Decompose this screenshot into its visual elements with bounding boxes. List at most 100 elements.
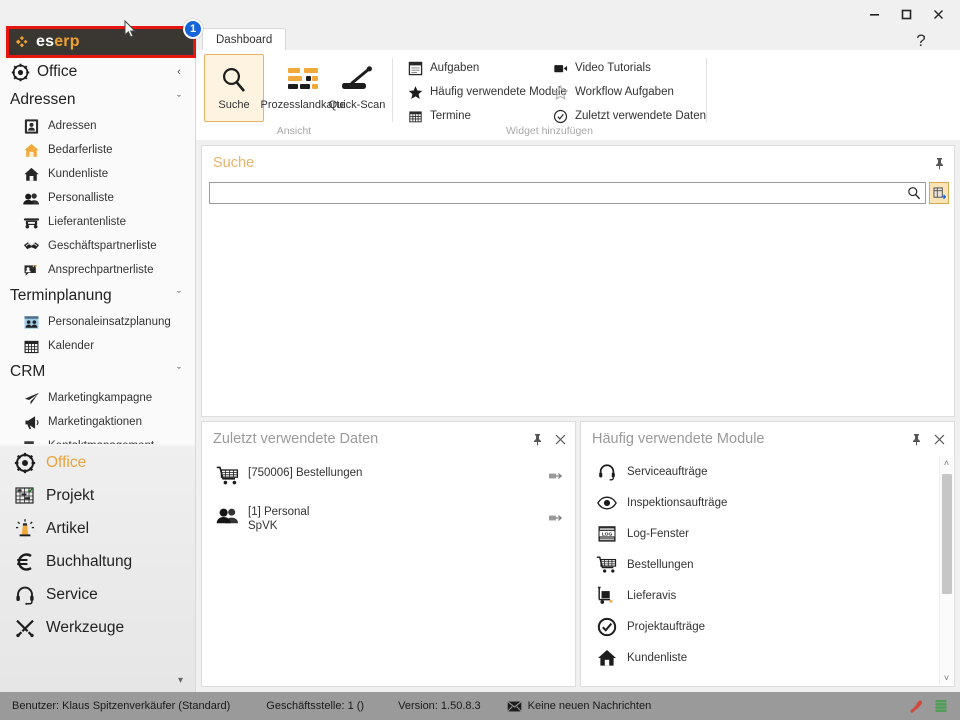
list-item[interactable]: Lieferavis bbox=[582, 580, 939, 611]
close-icon[interactable] bbox=[933, 432, 946, 446]
detach-icon[interactable] bbox=[545, 512, 565, 524]
ribbon-button-label: Video Tutorials bbox=[575, 62, 651, 74]
sidebar-item-bedarferliste[interactable]: Bedarferliste bbox=[0, 138, 195, 162]
list-item-subtitle: SpVK bbox=[248, 520, 278, 532]
ribbon-button-workflow-aufgaben[interactable]: Workflow Aufgaben bbox=[548, 80, 678, 104]
ribbon-button-aufgaben[interactable]: Aufgaben bbox=[403, 56, 483, 80]
close-icon[interactable] bbox=[554, 432, 567, 446]
server-stack-icon[interactable] bbox=[934, 699, 948, 714]
sidebar-item-geschaeftspartnerliste[interactable]: Geschäftspartnerliste bbox=[0, 234, 195, 258]
list-item[interactable]: [750006] Bestellungen bbox=[202, 456, 575, 495]
house-orange-icon bbox=[22, 141, 41, 160]
sidebar-item-marketingkampagne[interactable]: Marketingkampagne bbox=[0, 386, 195, 410]
scroll-up-icon[interactable]: ˄ bbox=[940, 456, 953, 470]
recent-data-panel-header: Zuletzt verwendete Daten bbox=[202, 422, 575, 456]
maximize-icon[interactable] bbox=[890, 1, 922, 27]
chevron-down-icon[interactable]: ˇ bbox=[173, 366, 185, 378]
list-item[interactable]: Inspektionsaufträge bbox=[582, 487, 939, 518]
chat-bubbles-icon bbox=[22, 437, 41, 444]
add-column-icon[interactable] bbox=[929, 182, 949, 204]
sidebar-module-office[interactable]: Office bbox=[0, 446, 195, 479]
sidebar-item-marketingaktionen[interactable]: Marketingaktionen bbox=[0, 410, 195, 434]
detach-icon[interactable] bbox=[545, 470, 565, 482]
sidebar-module-projekt[interactable]: Projekt bbox=[0, 479, 195, 512]
logo-text-primary: es bbox=[36, 33, 55, 50]
modules-scrollbar[interactable]: ˄ ˅ bbox=[939, 456, 953, 685]
ribbon-button-label: Workflow Aufgaben bbox=[575, 86, 674, 98]
chevron-down-icon[interactable]: ˇ bbox=[173, 290, 185, 302]
close-icon[interactable] bbox=[922, 1, 954, 27]
scroll-down-icon[interactable]: ˅ bbox=[940, 671, 953, 685]
sidebar-module-buchhaltung[interactable]: Buchhaltung bbox=[0, 545, 195, 578]
list-item[interactable]: Projektaufträge bbox=[582, 611, 939, 642]
sidebar-group-crm[interactable]: CRM ˇ bbox=[0, 358, 195, 386]
sidebar-module-label: Projekt bbox=[46, 486, 95, 504]
list-item[interactable]: Serviceaufträge bbox=[582, 456, 939, 487]
sidebar-collapse-chevron-icon[interactable]: ▾ bbox=[178, 675, 183, 686]
list-item[interactable]: [1] Personal SpVK bbox=[202, 495, 575, 539]
search-input[interactable] bbox=[214, 186, 907, 200]
sidebar-item-kundenliste[interactable]: Kundenliste bbox=[0, 162, 195, 186]
pin-icon[interactable] bbox=[933, 156, 946, 170]
sidebar-item-personaleinsatzplanung[interactable]: Personaleinsatzplanung bbox=[0, 310, 195, 334]
phone-icon[interactable] bbox=[910, 699, 925, 714]
sidebar-item-personalliste[interactable]: Personalliste bbox=[0, 186, 195, 210]
search-input-wrapper[interactable] bbox=[209, 182, 926, 204]
sidebar-item-kalender[interactable]: Kalender bbox=[0, 334, 195, 358]
list-item[interactable]: Kundenliste bbox=[582, 642, 939, 673]
pin-icon[interactable] bbox=[910, 432, 923, 446]
ribbon-button-suche[interactable]: Suche bbox=[204, 54, 264, 122]
minimize-icon[interactable] bbox=[858, 1, 890, 27]
ribbon-group-label: Widget hinzufügen bbox=[506, 125, 593, 137]
sidebar-module-label: Werkzeuge bbox=[46, 618, 125, 636]
ships-wheel-icon bbox=[13, 451, 37, 475]
ribbon-button-label: Termine bbox=[430, 110, 471, 122]
list-item-label: Inspektionsaufträge bbox=[627, 496, 728, 509]
sidebar-module-service[interactable]: Service bbox=[0, 578, 195, 611]
list-item-label: Projektaufträge bbox=[627, 620, 705, 633]
list-item-label: Lieferavis bbox=[627, 589, 677, 602]
sidebar-item-kontaktmanagement[interactable]: Kontaktmanagement bbox=[0, 434, 195, 444]
recent-data-panel-title: Zuletzt verwendete Daten bbox=[213, 431, 379, 447]
ribbon-button-label: Aufgaben bbox=[430, 62, 480, 74]
sidebar-item-label: Marketingkampagne bbox=[48, 392, 153, 404]
status-version: Version: 1.50.8.3 bbox=[398, 700, 481, 712]
frequent-modules-panel-title: Häufig verwendete Module bbox=[592, 431, 765, 447]
tab-dashboard[interactable]: Dashboard bbox=[202, 28, 287, 51]
star-filled-icon bbox=[407, 84, 424, 101]
ribbon-button-haeufig-verwendete-module[interactable]: Häufig verwendete Module bbox=[403, 80, 571, 104]
chevron-down-icon[interactable]: ˇ bbox=[173, 94, 185, 106]
truck-icon bbox=[22, 213, 41, 232]
ribbon-separator bbox=[706, 58, 707, 122]
pin-icon[interactable] bbox=[531, 432, 544, 446]
sidebar-item-ansprechpartnerliste[interactable]: Ansprechpartnerliste bbox=[0, 258, 195, 282]
list-item[interactable]: Bestellungen bbox=[582, 549, 939, 580]
sidebar-item-adressen[interactable]: Adressen bbox=[0, 114, 195, 138]
search-panel-header: Suche bbox=[202, 146, 954, 180]
sidebar-item-lieferantenliste[interactable]: Lieferantenliste bbox=[0, 210, 195, 234]
scrollbar-thumb[interactable] bbox=[942, 474, 952, 594]
sidebar-group-terminplanung-label: Terminplanung bbox=[10, 287, 112, 304]
ribbon-button-quick-scan[interactable]: Quick-Scan bbox=[326, 54, 388, 122]
list-item[interactable]: LOG Log-Fenster bbox=[582, 518, 939, 549]
sidebar-module-werkzeuge[interactable]: Werkzeuge bbox=[0, 611, 195, 644]
sidebar-item-label: Ansprechpartnerliste bbox=[48, 264, 154, 276]
app-logo[interactable]: eserp bbox=[6, 26, 196, 58]
sidebar-section-office-label: Office bbox=[37, 63, 78, 80]
sidebar-group-adressen[interactable]: Adressen ˇ bbox=[0, 86, 195, 114]
sidebar-group-terminplanung[interactable]: Terminplanung ˇ bbox=[0, 282, 195, 310]
sidebar-section-office[interactable]: Office ‹ bbox=[0, 58, 195, 86]
chevron-left-icon[interactable]: ‹ bbox=[173, 66, 185, 78]
eye-icon bbox=[594, 491, 620, 515]
sidebar-module-label: Service bbox=[46, 585, 98, 603]
process-map-icon bbox=[286, 61, 320, 99]
sidebar-module-label: Office bbox=[46, 453, 87, 471]
dashboard-content: Suche Zuletzt verwendete Daten [750006] … bbox=[196, 140, 960, 692]
sidebar-module-artikel[interactable]: Artikel bbox=[0, 512, 195, 545]
sidebar-module-switcher: Office Projekt Artikel Buchhaltung Servi… bbox=[0, 446, 195, 692]
sidebar-item-label: Personaleinsatzplanung bbox=[48, 316, 171, 328]
status-messages[interactable]: Keine neuen Nachrichten bbox=[507, 700, 651, 712]
status-bar: Benutzer: Klaus Spitzenverkäufer (Standa… bbox=[0, 692, 960, 720]
magnifier-icon[interactable] bbox=[907, 186, 921, 200]
ribbon-button-video-tutorials[interactable]: Video Tutorials bbox=[548, 56, 655, 80]
